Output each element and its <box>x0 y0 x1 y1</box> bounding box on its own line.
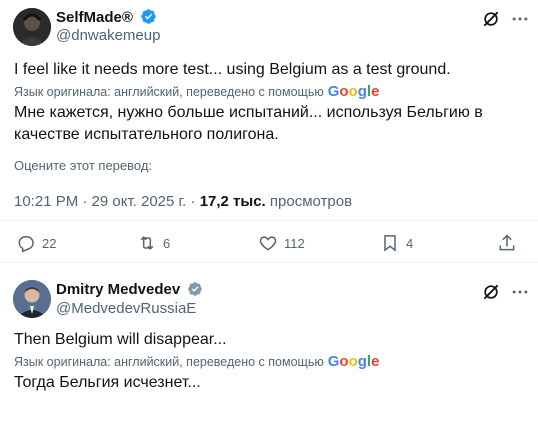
tweet-text-translated: Тогда Бельгия исчезнет... <box>14 374 201 391</box>
tweet-text-original: Then Belgium will disappear... <box>14 331 227 348</box>
reply-icon <box>18 236 34 253</box>
handle[interactable]: @MedvedevRussiaE <box>56 300 196 317</box>
tweet-meta: 10:21 PM · 29 окт. 2025 г. · 17,2 тыс. п… <box>14 193 352 210</box>
more-options-icon[interactable] <box>510 282 530 302</box>
bookmark-icon <box>384 235 396 252</box>
reply-button[interactable]: 22 <box>16 233 56 253</box>
share-icon <box>499 234 515 251</box>
google-logo: Google <box>327 353 380 370</box>
share-button[interactable] <box>497 233 523 253</box>
grok-icon[interactable] <box>481 282 501 302</box>
timestamp[interactable]: 10:21 PM · 29 окт. 2025 г. · <box>14 193 200 210</box>
display-name[interactable]: Dmitry Medvedev <box>56 281 203 298</box>
grok-icon[interactable] <box>481 9 501 29</box>
bookmark-button[interactable]: 4 <box>380 233 413 253</box>
verified-badge-icon <box>141 9 156 24</box>
like-button[interactable]: 112 <box>258 233 305 253</box>
more-options-icon[interactable] <box>510 9 530 29</box>
tweet-thread: SelfMade® @dnwakemeup I feel like it nee… <box>0 0 538 426</box>
translation-note: Язык оригинала: английский, переведено с… <box>14 83 380 100</box>
repost-icon <box>140 236 154 250</box>
views-label: просмотров <box>265 193 353 210</box>
repost-button[interactable]: 6 <box>137 233 170 253</box>
translation-note: Язык оригинала: английский, переведено с… <box>14 353 380 370</box>
action-bar: 22 6 112 4 <box>0 233 538 259</box>
tweet-selfmade[interactable]: SelfMade® @dnwakemeup I feel like it nee… <box>0 0 538 263</box>
views-count: 17,2 тыс. <box>199 193 266 210</box>
avatar[interactable] <box>13 8 51 46</box>
verified-badge-icon <box>188 282 203 296</box>
rate-translation-link[interactable]: Оцените этот перевод: <box>14 158 152 173</box>
google-logo: Google <box>327 83 380 100</box>
heart-icon <box>259 236 277 251</box>
avatar[interactable] <box>13 280 51 318</box>
tweet-medvedev[interactable]: Dmitry Medvedev @MedvedevRussiaE Then Be… <box>0 263 538 426</box>
display-name[interactable]: SelfMade® <box>56 8 157 26</box>
tweet-text-translated: Мне кажется, нужно больше испытаний... и… <box>14 104 483 143</box>
handle[interactable]: @dnwakemeup <box>56 27 160 44</box>
tweet-text-original: I feel like it needs more test... using … <box>14 61 451 78</box>
divider <box>0 220 538 221</box>
